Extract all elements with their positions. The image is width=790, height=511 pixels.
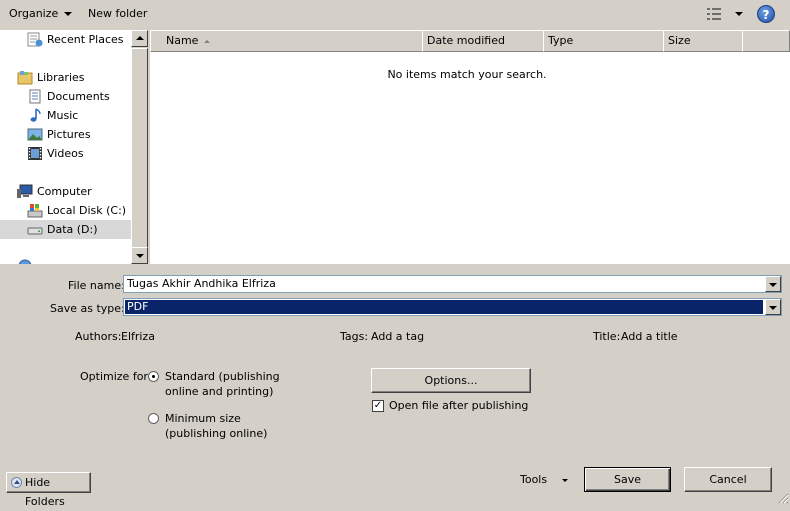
libraries-icon: [17, 71, 33, 85]
network-icon: [18, 259, 32, 264]
file-name-input[interactable]: Tugas Akhir Andhika Elfriza: [123, 275, 782, 293]
view-menu-chevron-icon[interactable]: [735, 12, 743, 16]
computer-icon: [17, 184, 33, 198]
drive-icon: [27, 227, 43, 235]
toolbar: Organize New folder ?: [0, 0, 790, 28]
column-header-size[interactable]: Size: [663, 30, 743, 52]
navigation-pane[interactable]: Recent Places Libraries Documents Music …: [0, 30, 131, 264]
scroll-up-button[interactable]: [131, 30, 148, 47]
music-icon: [30, 108, 41, 122]
cancel-button[interactable]: Cancel: [684, 467, 772, 492]
chevron-down-icon: [64, 12, 73, 16]
nav-item-documents[interactable]: Documents: [0, 87, 131, 106]
collapse-up-icon: [11, 477, 22, 488]
authors-value[interactable]: Elfriza: [121, 330, 155, 343]
nav-item-music[interactable]: Music: [0, 106, 131, 125]
optimize-minimum-radio[interactable]: [148, 413, 159, 424]
nav-item-network[interactable]: [0, 256, 131, 264]
videos-icon: [28, 147, 42, 160]
view-options-icon[interactable]: [706, 7, 722, 21]
help-icon[interactable]: ?: [757, 5, 775, 23]
nav-item-videos[interactable]: Videos: [0, 144, 131, 163]
resize-grip-icon[interactable]: [777, 492, 789, 504]
optimize-minimum-label-1[interactable]: Minimum size: [165, 412, 241, 425]
nav-item-computer[interactable]: Computer: [0, 182, 131, 201]
open-after-publishing-label[interactable]: Open file after publishing: [389, 399, 528, 412]
authors-label: Authors:: [75, 330, 122, 343]
save-as-type-dropdown-button[interactable]: [765, 299, 781, 315]
hide-folders-button[interactable]: Hide Folders: [6, 472, 91, 508]
scroll-down-button[interactable]: [131, 247, 148, 264]
save-as-type-label: Save as type:: [50, 302, 125, 315]
arrow-down-icon: [136, 254, 144, 258]
tags-value[interactable]: Add a tag: [371, 330, 424, 343]
optimize-standard-radio[interactable]: [148, 371, 159, 382]
nav-item-local-disk[interactable]: Local Disk (C:): [0, 201, 131, 220]
navigation-scrollbar[interactable]: [131, 30, 148, 264]
open-after-publishing-checkbox[interactable]: ✓: [372, 400, 384, 412]
file-name-dropdown-button[interactable]: [765, 276, 781, 292]
pictures-icon: [27, 128, 43, 141]
chevron-down-icon: [769, 306, 777, 310]
column-header-filler: [742, 30, 790, 52]
tools-button[interactable]: Tools: [520, 473, 547, 486]
optimize-standard-label-1[interactable]: Standard (publishing: [165, 370, 280, 383]
column-header-type[interactable]: Type: [543, 30, 664, 52]
title-value[interactable]: Add a title: [621, 330, 678, 343]
optimize-minimum-label-2[interactable]: (publishing online): [165, 427, 267, 440]
local-disk-icon: [27, 204, 43, 218]
empty-message: No items match your search.: [387, 68, 547, 81]
tools-chevron-down-icon[interactable]: [562, 479, 568, 482]
chevron-down-icon: [769, 283, 777, 287]
file-name-label: File name:: [68, 279, 125, 292]
nav-item-data-drive[interactable]: Data (D:): [0, 220, 131, 239]
organize-button[interactable]: Organize: [9, 7, 73, 20]
nav-item-recent-places[interactable]: Recent Places: [0, 30, 131, 49]
nav-item-pictures[interactable]: Pictures: [0, 125, 131, 144]
sort-ascending-icon: [204, 39, 211, 43]
arrow-up-icon: [136, 36, 144, 40]
column-header-name[interactable]: Name: [150, 30, 423, 52]
recent-places-icon: [27, 32, 43, 47]
save-button[interactable]: Save: [584, 467, 671, 492]
tags-label: Tags:: [340, 330, 369, 343]
optimize-for-label: Optimize for:: [80, 370, 152, 383]
save-as-type-select[interactable]: PDF: [123, 298, 782, 316]
scroll-thumb[interactable]: [131, 48, 148, 254]
documents-icon: [29, 89, 41, 104]
options-button[interactable]: Options...: [371, 368, 531, 393]
column-header-date-modified[interactable]: Date modified: [422, 30, 544, 52]
optimize-standard-label-2[interactable]: online and printing): [165, 385, 273, 398]
title-label: Title:: [593, 330, 621, 343]
nav-item-libraries[interactable]: Libraries: [0, 68, 131, 87]
file-list[interactable]: Name Date modified Type Size No items ma…: [150, 30, 790, 264]
new-folder-button[interactable]: New folder: [88, 7, 147, 20]
